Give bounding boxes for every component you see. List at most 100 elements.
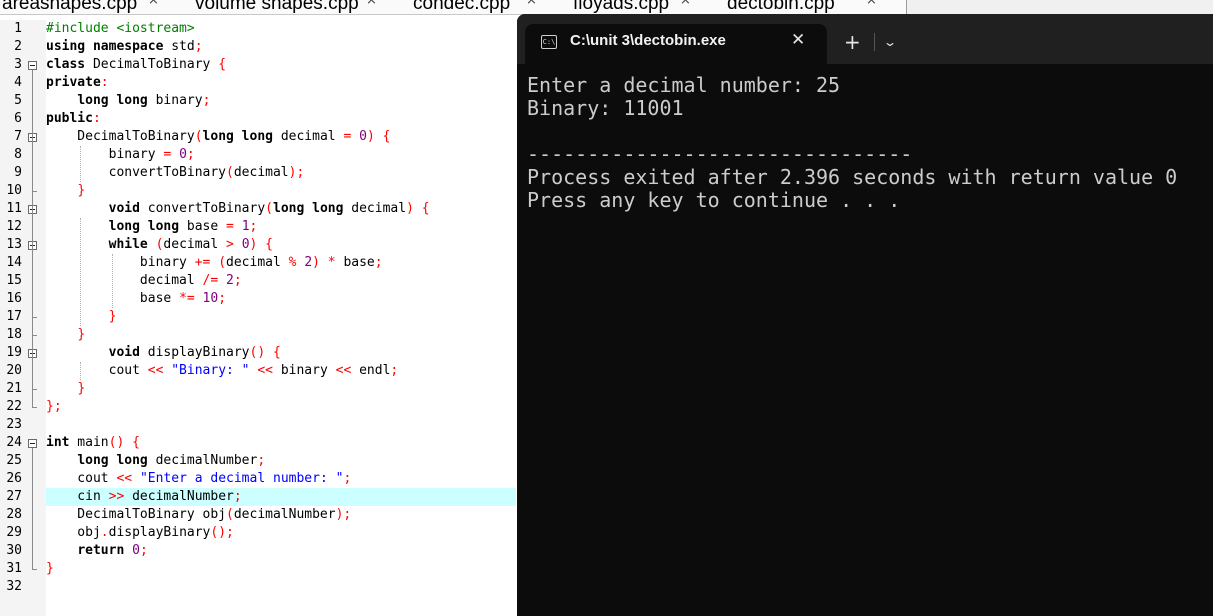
new-tab-button[interactable]: + xyxy=(844,31,861,53)
code-token: convertToBinary xyxy=(46,165,227,180)
code-token: std xyxy=(163,39,195,54)
code-token: ( xyxy=(226,165,234,180)
code-token: long long xyxy=(108,219,180,234)
code-token: return xyxy=(77,543,125,558)
code-token: convertToBinary xyxy=(139,201,266,216)
code-token: ) xyxy=(312,255,320,270)
code-line: int main() { xyxy=(46,434,516,452)
code-token: base xyxy=(179,219,227,234)
code-token: { xyxy=(218,57,227,72)
code-token: main xyxy=(69,435,109,450)
code-token: += xyxy=(194,255,211,270)
code-line-current: cin >> decimalNumber; xyxy=(46,488,516,506)
code-token: ; xyxy=(139,543,148,558)
code-token: 2 xyxy=(226,273,234,288)
code-token: /= xyxy=(202,273,219,288)
code-line: long long decimalNumber; xyxy=(46,452,516,470)
code-token: ); xyxy=(335,507,352,522)
code-token: decimal xyxy=(343,201,407,216)
close-tab-icon[interactable]: × xyxy=(526,0,537,8)
editor-tab-strip: areashapes.cpp × volume shapes.cpp × condec.… xyxy=(0,0,1213,15)
code-token: 10 xyxy=(202,291,219,306)
editor-tab[interactable]: dectobin.cpp × xyxy=(725,0,907,14)
code-token: 2 xyxy=(304,255,313,270)
code-token: : xyxy=(92,111,101,126)
code-token: * xyxy=(327,255,336,270)
line-number: 31 xyxy=(6,561,22,576)
editor-tab[interactable]: areashapes.cpp × xyxy=(0,0,194,14)
line-number: 3 xyxy=(14,57,22,72)
line-number: 4 xyxy=(14,75,22,90)
code-line: } xyxy=(46,560,516,578)
fold-toggle-icon[interactable] xyxy=(28,61,37,70)
code-token: decimal xyxy=(163,237,227,252)
code-token: 1 xyxy=(241,219,250,234)
code-token: 0 xyxy=(359,129,367,144)
code-token: ; xyxy=(390,363,399,378)
fold-toggle-icon[interactable] xyxy=(28,439,37,448)
line-number-gutter: 1 2 3 4 5 6 7 8 9 10 11 12 13 14 15 16 17 18 19 20 21 22 23 24 2… xyxy=(0,20,46,616)
editor-tab[interactable]: floyads.cpp × xyxy=(571,0,726,14)
code-token: binary xyxy=(46,147,164,162)
code-token: displayBinary xyxy=(108,525,211,540)
line-number: 17 xyxy=(6,309,22,324)
code-editor[interactable]: #include <iostream> using namespace std; c… xyxy=(46,20,518,616)
line-number: 11 xyxy=(6,201,22,216)
code-token: base xyxy=(335,255,375,270)
line-number: 29 xyxy=(6,525,22,540)
code-token: << xyxy=(147,363,164,378)
code-token: *= xyxy=(179,291,195,306)
line-number: 22 xyxy=(6,399,22,414)
indent-guide xyxy=(80,218,81,326)
line-number: 16 xyxy=(6,291,22,306)
code-token: ) { xyxy=(406,201,430,216)
code-token: ; xyxy=(249,219,258,234)
code-token: decimal xyxy=(226,255,289,270)
fold-end-marker xyxy=(32,569,37,570)
terminal-tab[interactable]: C:\ C:\unit 3\dectobin.exe ✕ xyxy=(525,24,827,64)
line-number: 21 xyxy=(6,381,22,396)
code-token: class xyxy=(46,57,86,72)
close-tab-icon[interactable]: ✕ xyxy=(791,30,805,50)
code-token: public xyxy=(46,111,93,126)
fold-end-marker xyxy=(32,317,37,318)
code-token: ) { xyxy=(249,237,274,252)
code-token: ( xyxy=(218,255,227,270)
code-token: ( xyxy=(265,201,273,216)
code-line: void displayBinary() { xyxy=(46,344,516,362)
indent-guide xyxy=(80,146,81,182)
code-line: DecimalToBinary obj(decimalNumber); xyxy=(46,506,516,524)
chevron-down-icon[interactable]: ⌄ xyxy=(883,35,897,49)
close-tab-icon[interactable]: × xyxy=(680,0,691,8)
code-line: cout << "Binary: " << binary << endl; xyxy=(46,362,516,380)
code-line: obj.displayBinary(); xyxy=(46,524,516,542)
code-token: ( xyxy=(226,507,234,522)
close-tab-icon[interactable]: × xyxy=(366,0,377,8)
line-number: 26 xyxy=(6,471,22,486)
close-tab-icon[interactable]: × xyxy=(866,0,877,8)
code-token: () { xyxy=(108,435,140,450)
line-number: 27 xyxy=(6,489,22,504)
code-token: cout xyxy=(46,363,148,378)
code-token: 0 xyxy=(132,543,140,558)
line-number: 15 xyxy=(6,273,22,288)
editor-tab[interactable]: condec.cpp × xyxy=(411,0,572,14)
indent-guide xyxy=(112,254,113,308)
code-token: DecimalToBinary xyxy=(85,57,219,72)
code-token: while xyxy=(108,237,148,252)
close-tab-icon[interactable]: × xyxy=(148,0,159,8)
line-number: 10 xyxy=(6,183,22,198)
editor-tab-label: floyads.cpp xyxy=(573,0,670,14)
editor-tab[interactable]: volume shapes.cpp × xyxy=(193,0,412,14)
